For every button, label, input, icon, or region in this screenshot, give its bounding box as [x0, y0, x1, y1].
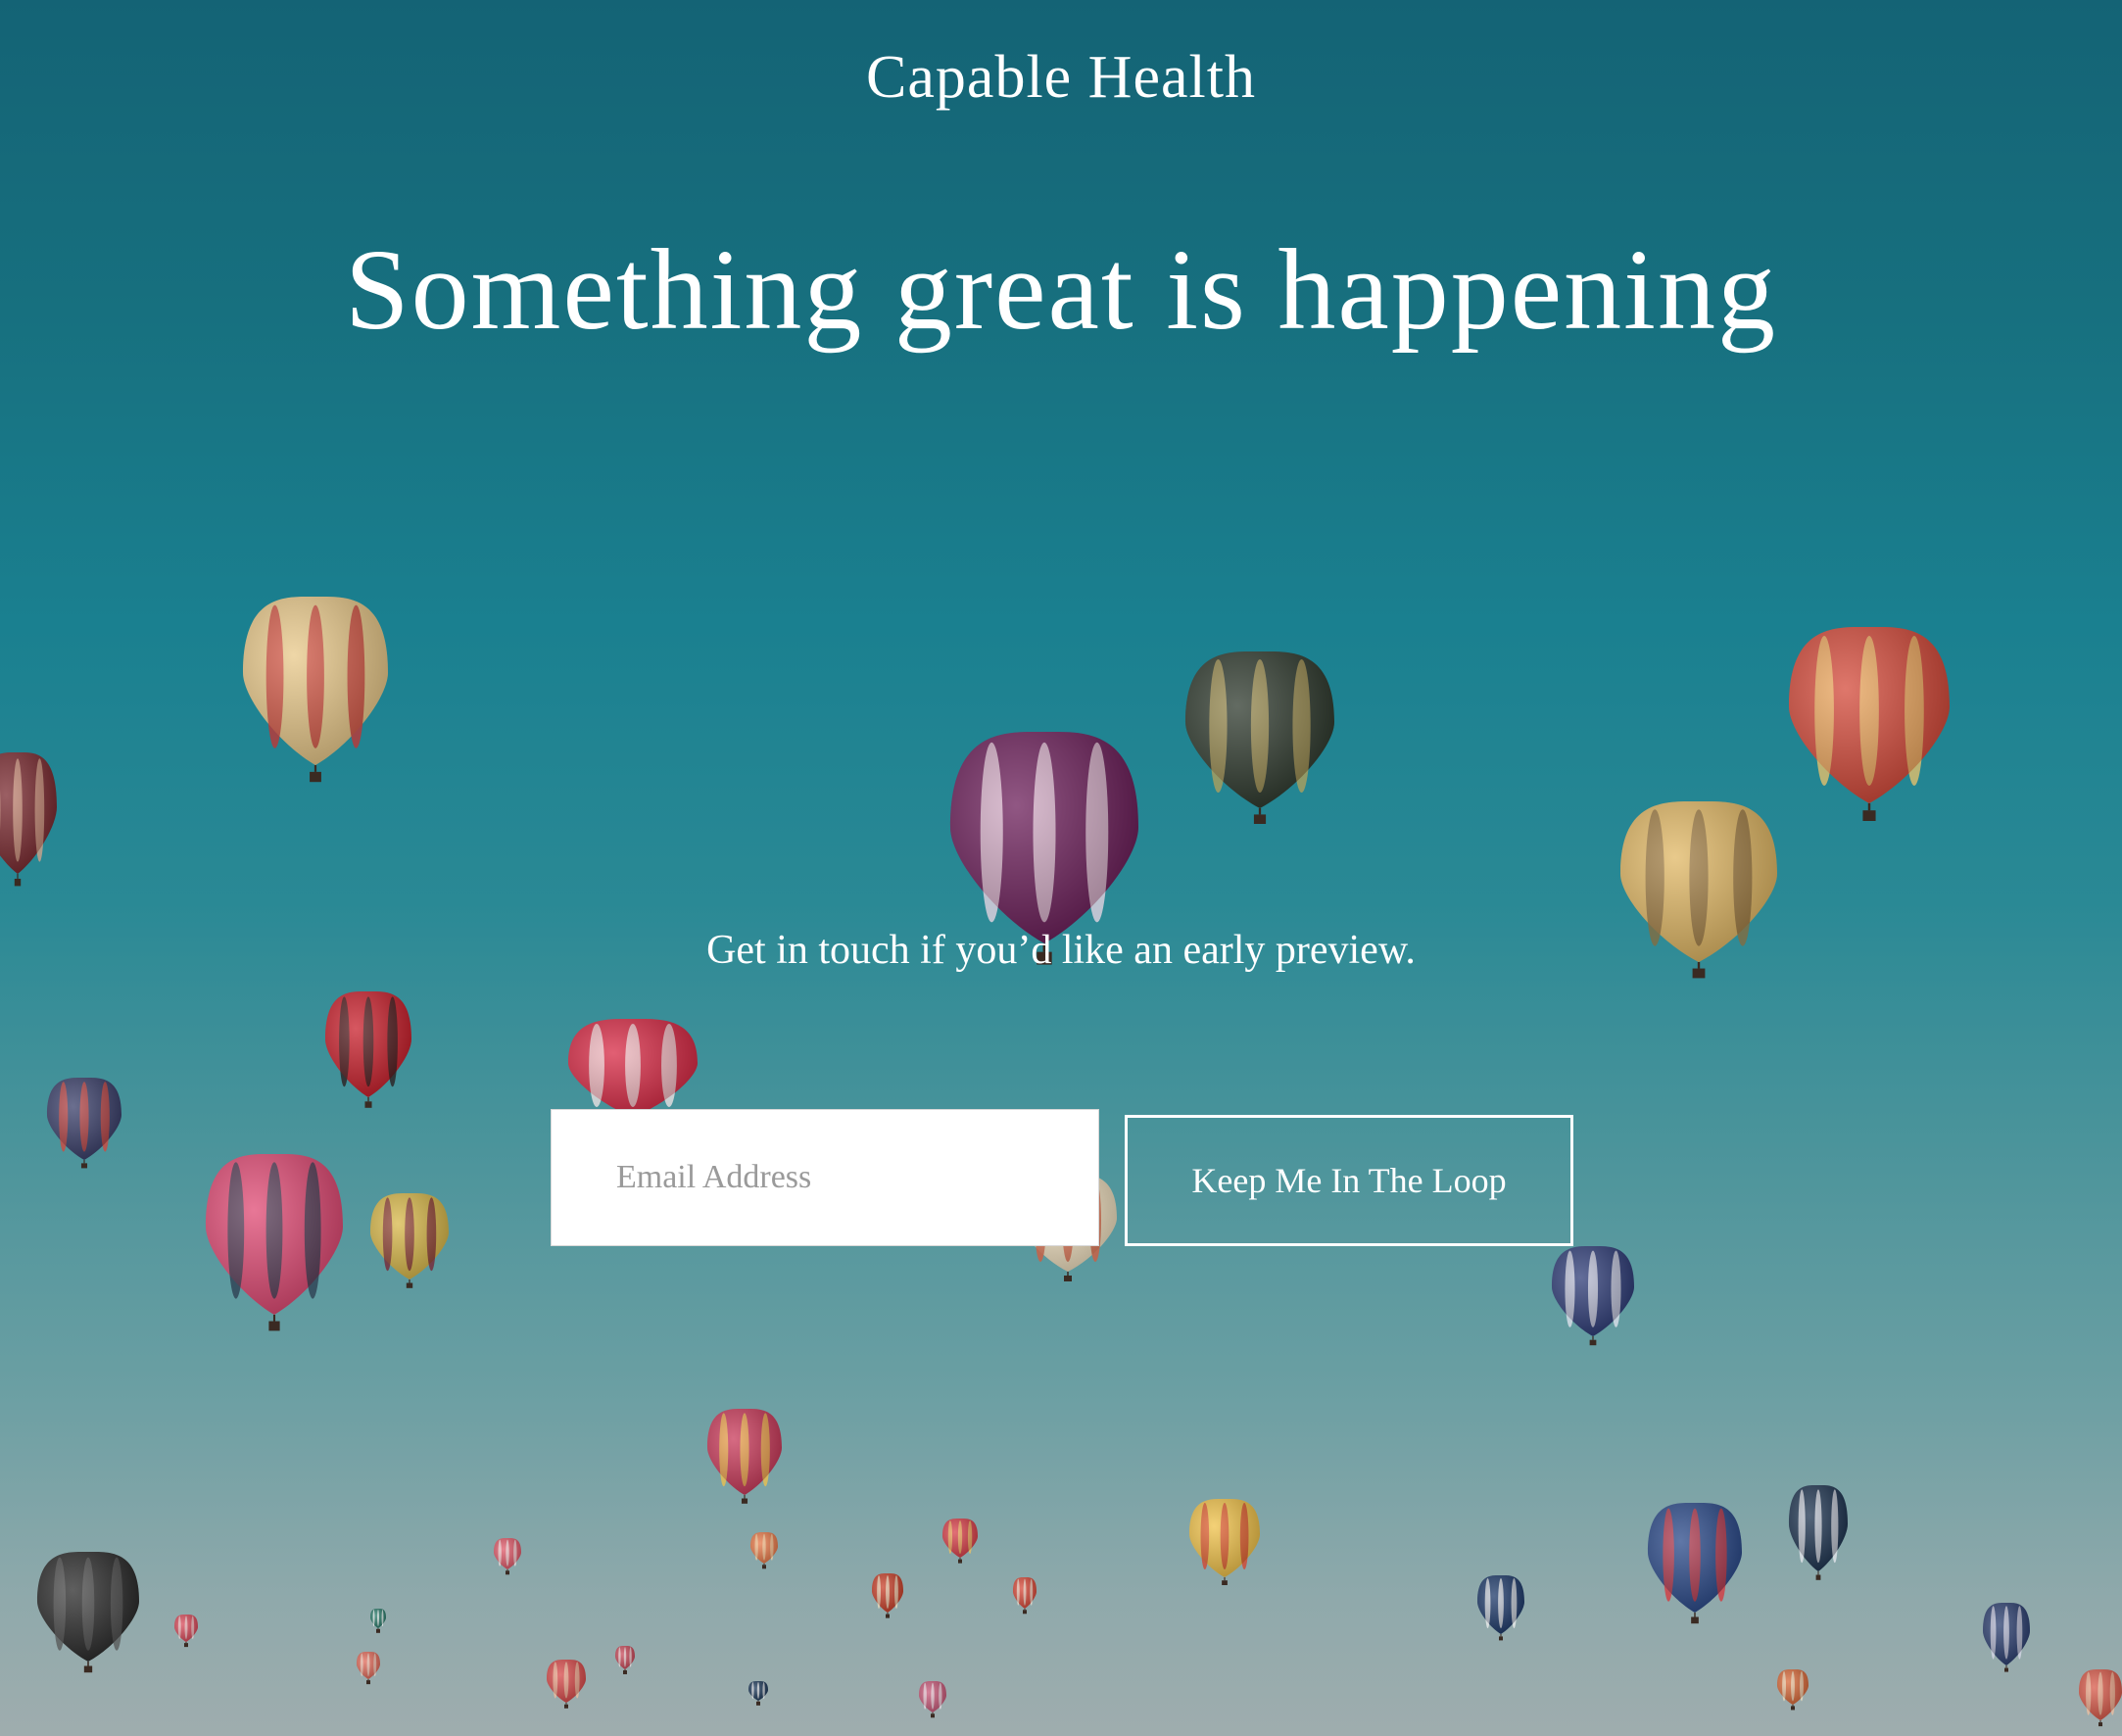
balloon-31	[748, 1680, 768, 1706]
balloon-33	[1777, 1668, 1809, 1711]
balloon-22	[174, 1614, 198, 1648]
balloon-24	[942, 1518, 978, 1564]
balloon-14	[707, 1408, 782, 1504]
balloon-32	[919, 1680, 946, 1718]
balloon-27	[370, 1608, 386, 1633]
email-input[interactable]	[552, 1110, 1098, 1245]
balloon-11	[370, 1192, 449, 1288]
balloon-21	[494, 1537, 521, 1575]
hero-headline: Something great is happening	[345, 225, 1777, 354]
balloon-1	[243, 596, 388, 783]
balloon-29	[547, 1659, 586, 1709]
balloon-28	[357, 1651, 380, 1685]
balloon-15	[1189, 1498, 1260, 1585]
brand-title: Capable Health	[866, 44, 1256, 111]
balloon-7	[325, 990, 411, 1108]
keep-me-in-the-loop-button[interactable]: Keep Me In The Loop	[1125, 1115, 1573, 1246]
balloon-19	[1983, 1602, 2030, 1672]
email-field-container	[551, 1109, 1099, 1246]
balloon-18	[1477, 1574, 1524, 1641]
balloon-10	[206, 1153, 343, 1331]
balloon-2	[0, 751, 57, 887]
balloon-25	[872, 1572, 903, 1618]
balloon-20	[37, 1551, 139, 1673]
balloon-13	[1552, 1245, 1634, 1346]
balloon-34	[2079, 1668, 2122, 1727]
balloon-26	[1013, 1576, 1037, 1615]
balloon-5	[1789, 626, 1950, 821]
hero-subtext: Get in touch if you’d like an early prev…	[706, 928, 1416, 973]
balloon-16	[1648, 1502, 1742, 1624]
balloon-4	[1185, 651, 1334, 824]
balloon-17	[1789, 1484, 1848, 1580]
balloon-23	[750, 1531, 778, 1569]
balloon-8	[47, 1077, 121, 1169]
balloon-30	[615, 1645, 635, 1674]
